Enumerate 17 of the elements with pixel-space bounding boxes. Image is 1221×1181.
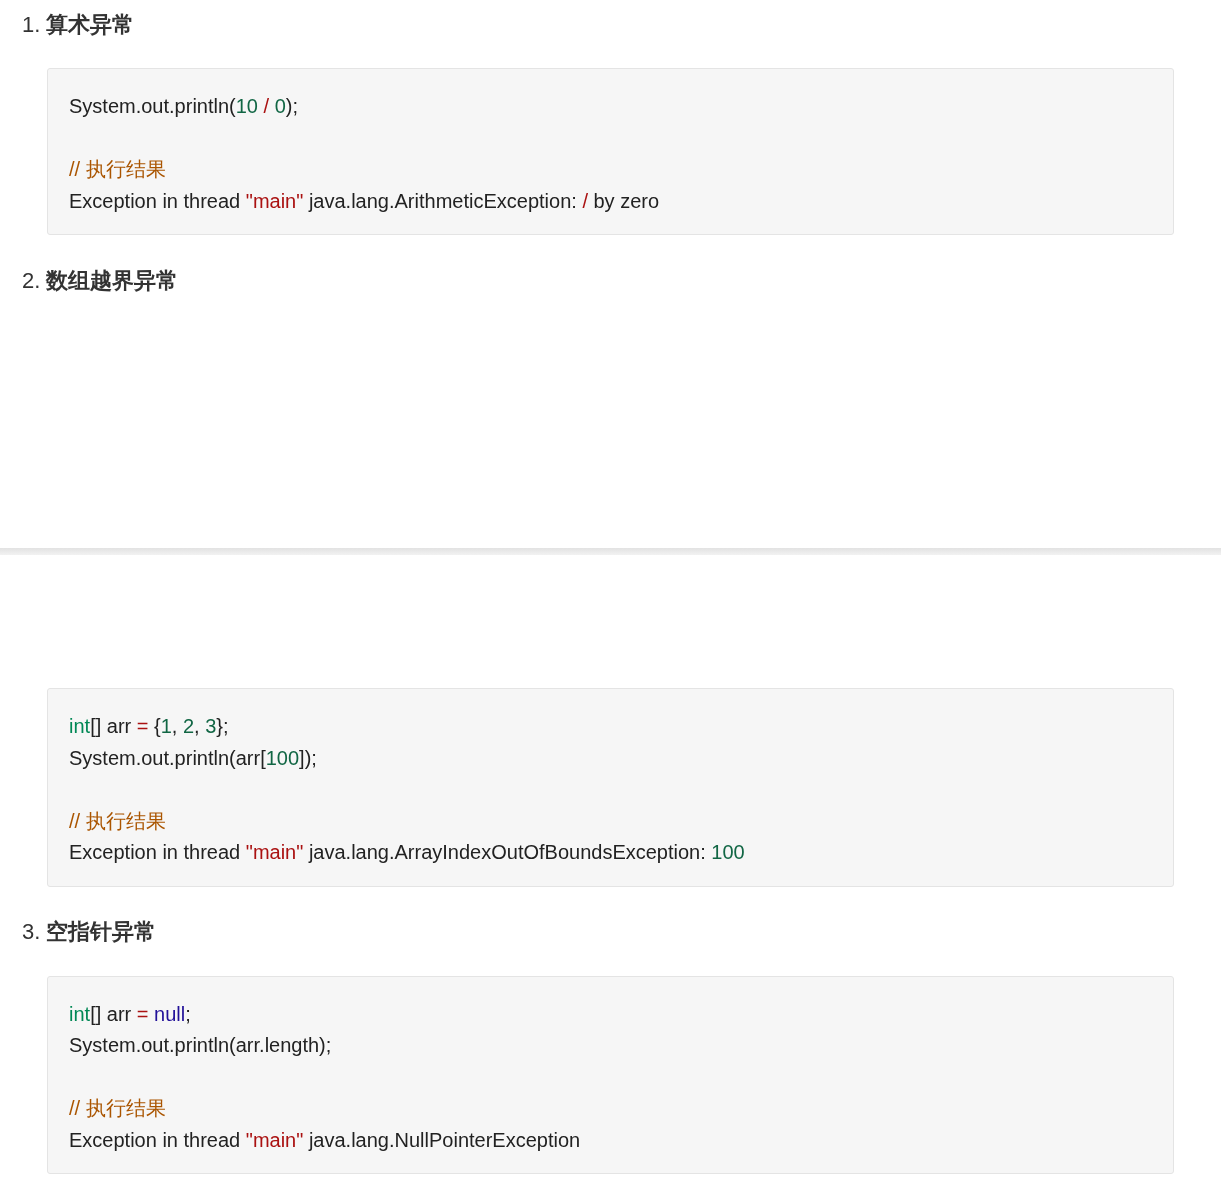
code-line: // 执行结果 [69, 808, 167, 834]
code-line: int[] arr = null; [69, 1001, 192, 1027]
code-line: int[] arr = {1, 2, 3}; [69, 714, 230, 739]
code-line: System.out.println(arr.length); [69, 1033, 333, 1058]
code-line: // 执行结果 [69, 157, 167, 182]
code-line: System.out.println(arr[100]); [69, 745, 318, 771]
code-line: System.out.println(10 / 0); [69, 94, 299, 119]
section-heading: 空指针异常 [46, 918, 157, 946]
section-heading: 数组越界异常 [46, 266, 179, 295]
code-line: // 执行结果 [69, 1096, 167, 1121]
section-heading: 算术异常 [46, 10, 135, 39]
code-line: Exception in thread "main" java.lang.NullPointerException [69, 1127, 582, 1153]
code-line: Exception in thread "main" java.lang.ArithmeticException: / by zero [69, 188, 661, 214]
list-number: 1. [22, 10, 41, 39]
list-number: 3. [22, 918, 41, 946]
list-number: 2. [22, 266, 41, 295]
code-line: Exception in thread "main" java.lang.ArrayIndexOutOfBoundsException: 100 [69, 840, 746, 865]
